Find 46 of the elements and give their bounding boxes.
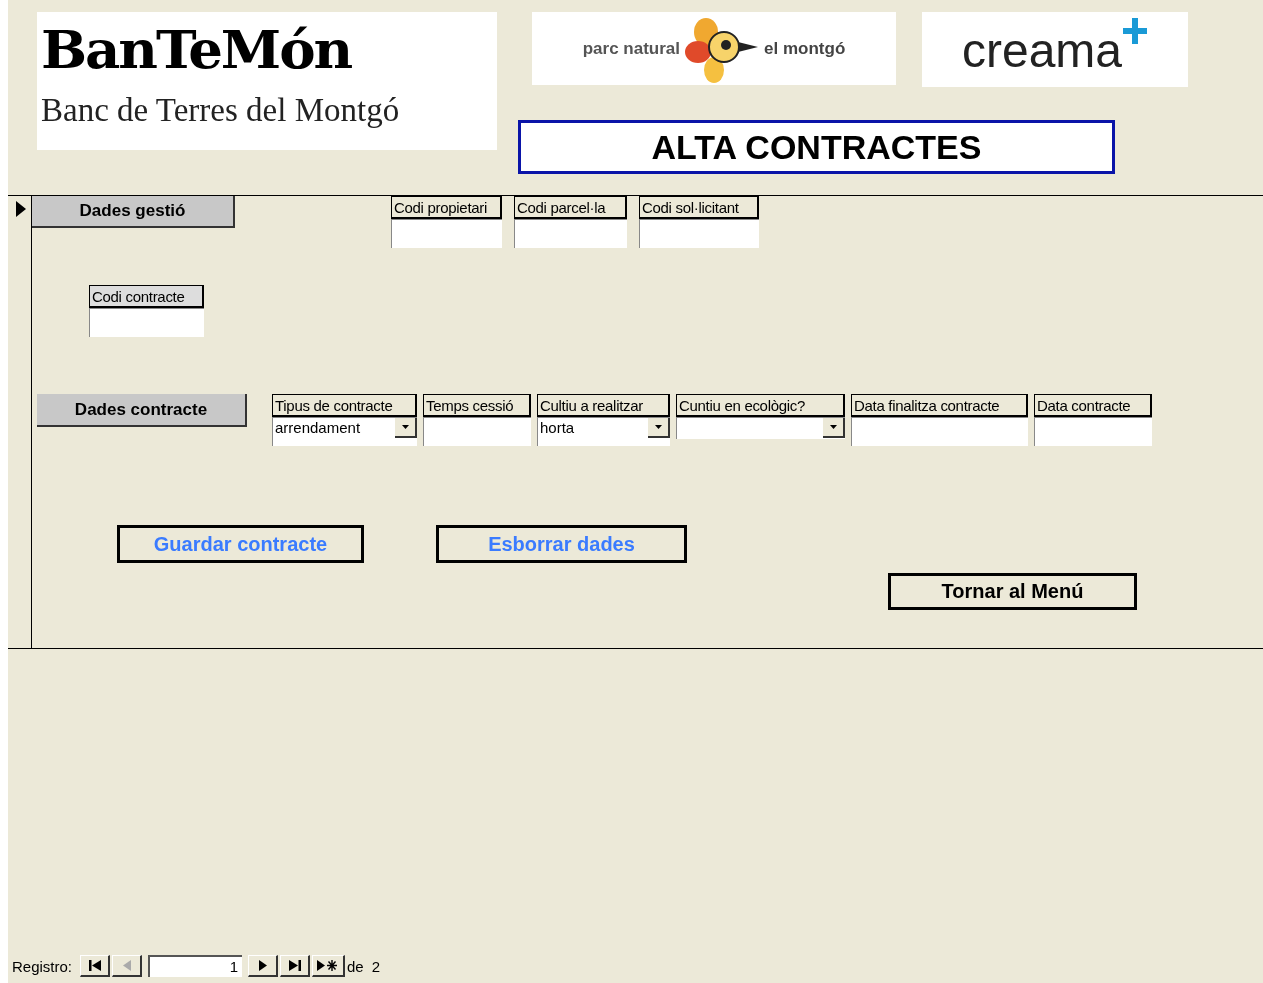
text-field[interactable]	[391, 219, 502, 248]
previous-arrow-icon	[122, 960, 131, 971]
field-label: Tipus de contracte	[272, 394, 417, 417]
field-label: Codi propietari	[391, 196, 502, 219]
new-record-button[interactable]	[312, 955, 346, 977]
menu-button[interactable]: Tornar al Menú	[888, 573, 1137, 610]
partner-logo: parc natural el montgó	[532, 12, 896, 85]
text-field[interactable]	[851, 417, 1028, 446]
section-heading: Dades gestió	[32, 196, 235, 228]
last-record-icon	[288, 960, 301, 971]
next-arrow-icon	[258, 960, 267, 971]
field-label: Data finalitza contracte	[851, 394, 1028, 417]
text-field[interactable]	[1034, 417, 1152, 446]
dropdown-field[interactable]: arrendament	[272, 417, 417, 446]
record-count: 2	[371, 957, 381, 975]
field-label: Data contracte	[1034, 394, 1152, 417]
field-label: Codi sol·licitant	[639, 196, 759, 219]
field-label: Cuntiu en ecològic?	[676, 394, 845, 417]
record-count-label: de	[347, 957, 364, 975]
section-heading: Dades contracte	[37, 394, 247, 427]
field-label: Cultiu a realitzar	[537, 394, 670, 417]
text-field[interactable]	[514, 219, 627, 248]
record-number-field[interactable]: 1	[148, 955, 243, 977]
sponsor-logo: creama	[922, 12, 1188, 87]
logo: BanTeMón	[41, 20, 353, 80]
field-label: Codi parcel·la	[514, 196, 627, 219]
field-label: Temps cessió	[423, 394, 531, 417]
dropdown-field[interactable]	[676, 417, 845, 439]
text-field[interactable]	[89, 308, 204, 337]
last-record-button[interactable]	[280, 955, 311, 977]
first-record-button[interactable]	[80, 955, 111, 977]
next-record-button[interactable]	[248, 955, 279, 977]
logo-subtitle: Banc de Terres del Montgó	[41, 92, 401, 129]
first-record-icon	[88, 960, 101, 971]
record-selector-icon	[16, 201, 26, 217]
dropdown-arrow-icon	[829, 425, 837, 429]
plus-icon	[1122, 16, 1149, 46]
dropdown-field[interactable]: horta	[537, 417, 670, 446]
text-field[interactable]	[423, 417, 531, 446]
dropdown-arrow-icon	[401, 425, 409, 429]
field-label: Codi contracte	[89, 285, 204, 308]
record-label: Registro:	[12, 957, 73, 975]
form-title: ALTA CONTRACTES	[518, 120, 1115, 174]
new-record-icon	[317, 960, 340, 971]
dropdown-arrow-icon	[654, 425, 662, 429]
text-field[interactable]	[639, 219, 759, 248]
